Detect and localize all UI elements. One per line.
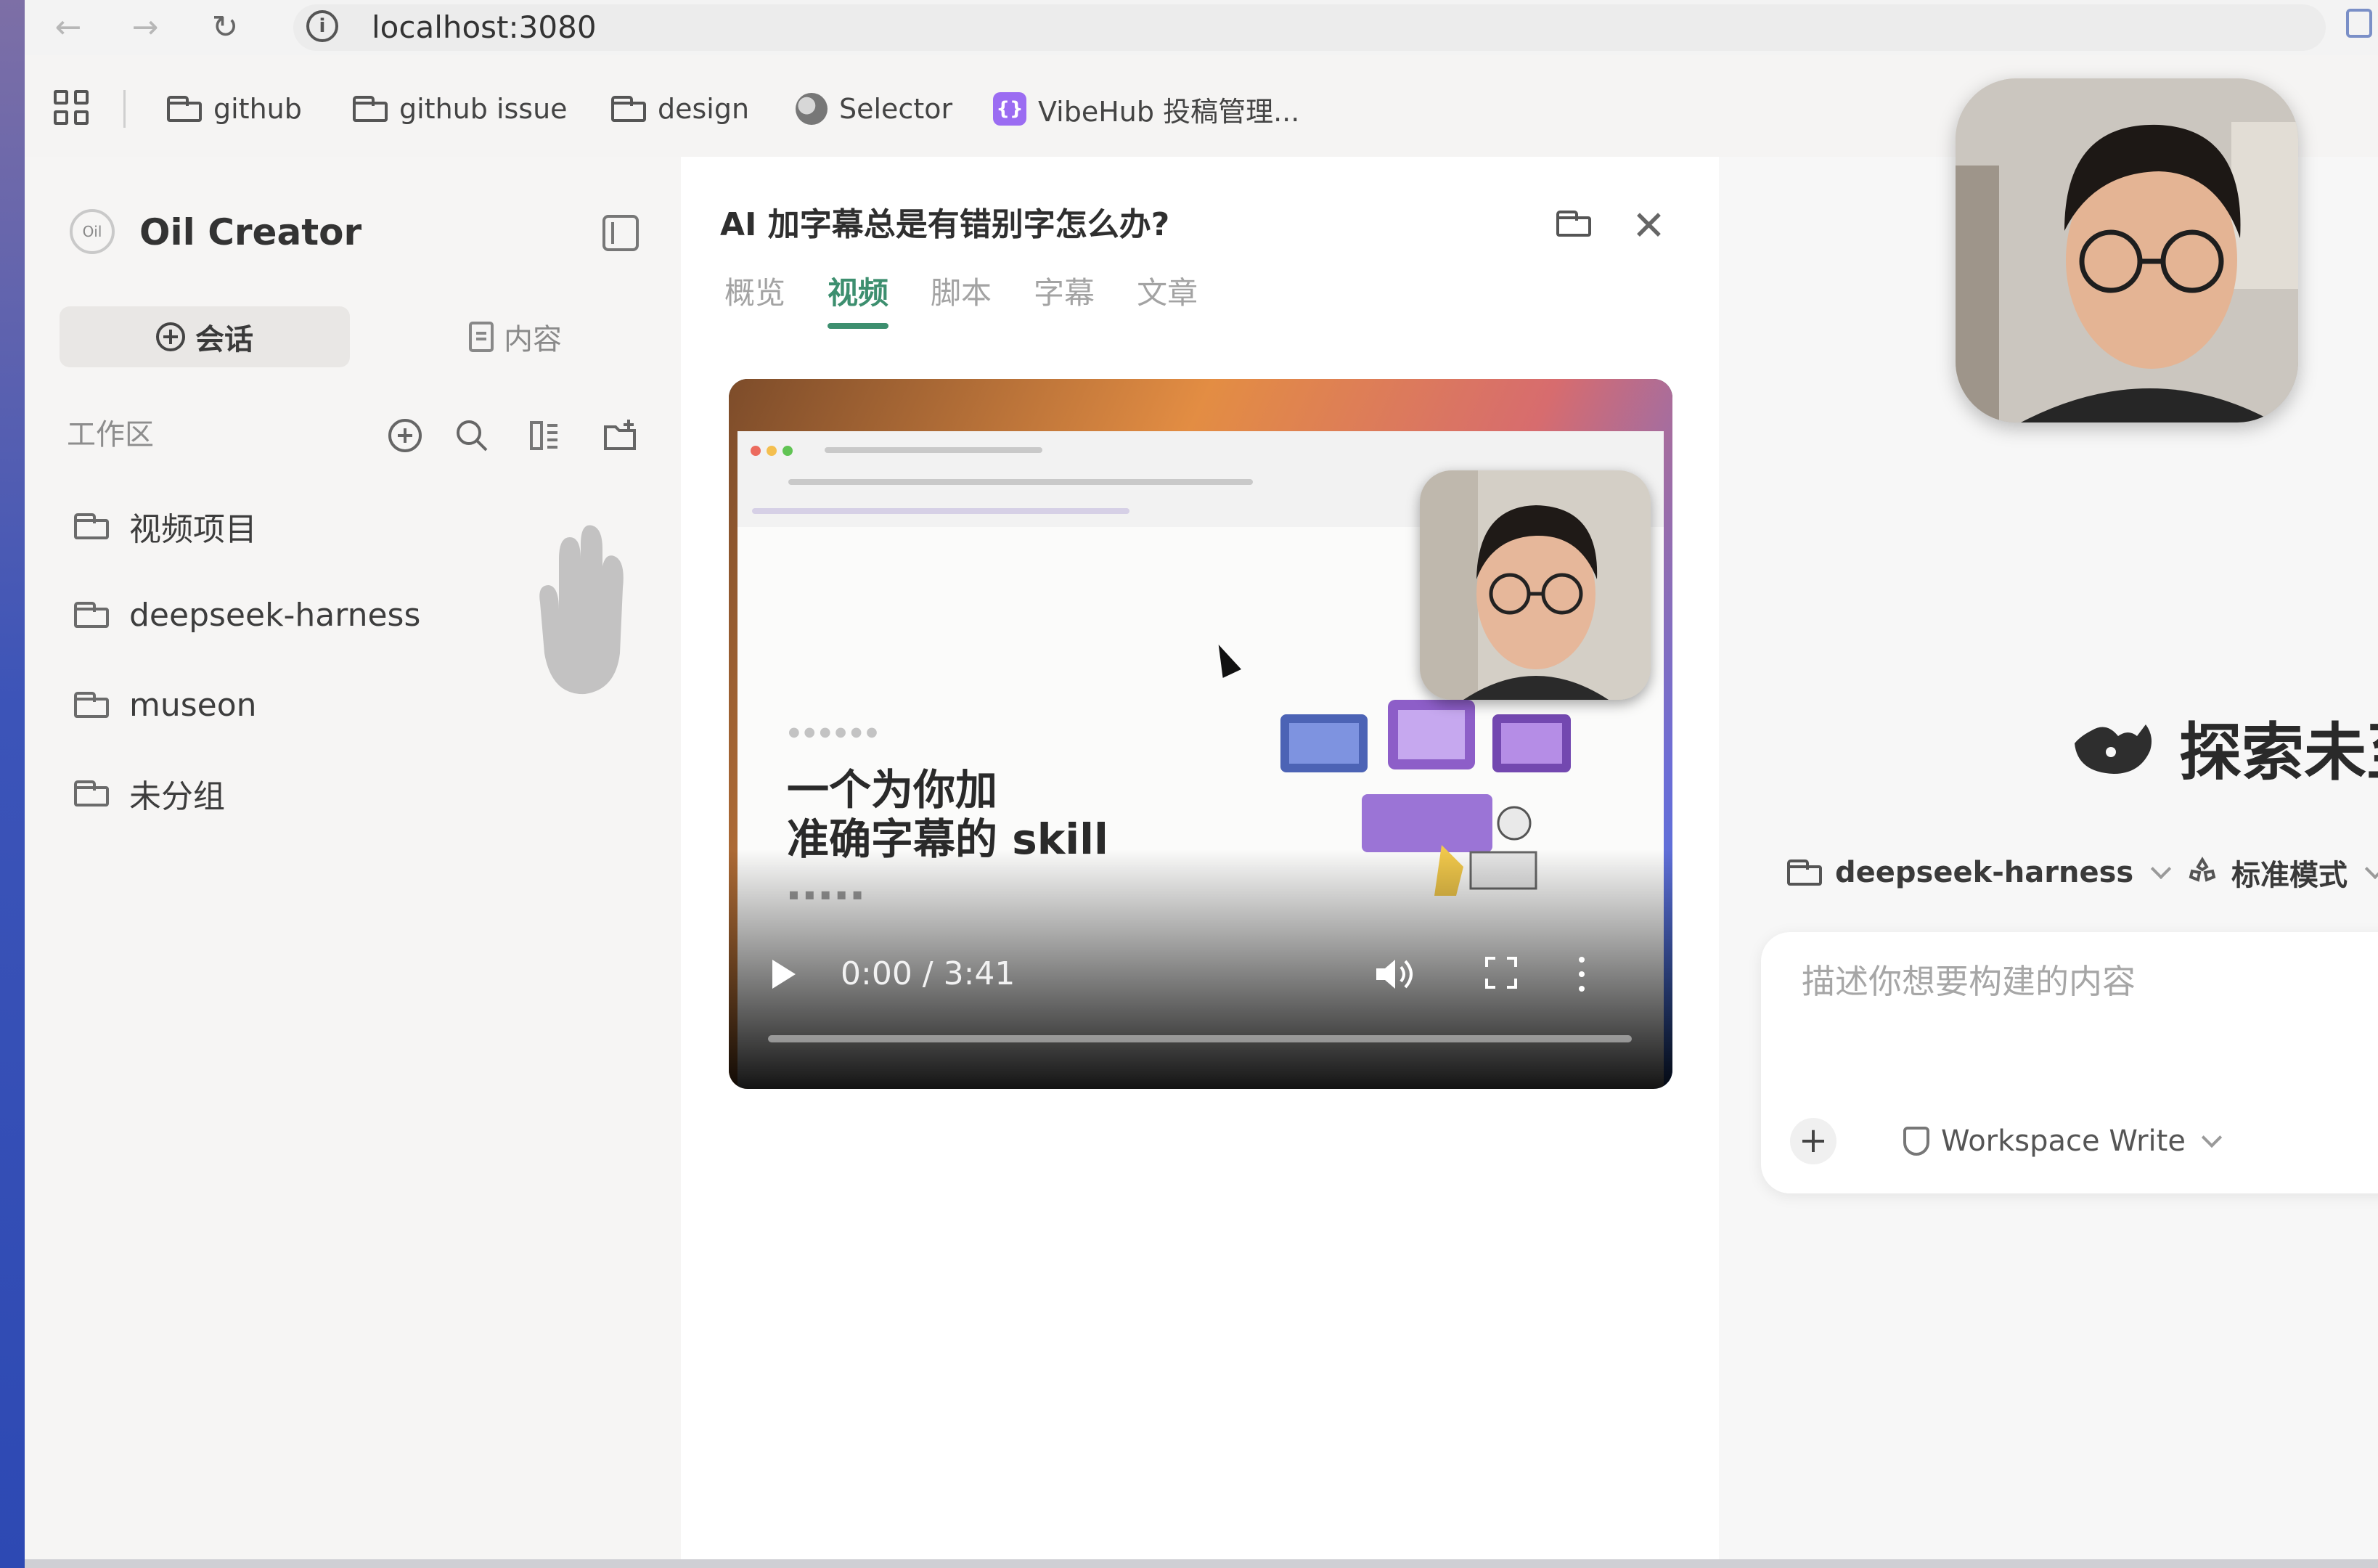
back-arrow-icon[interactable]: ← [46,7,90,48]
workspace-label: 未分组 [129,778,225,815]
mouse-cursor-icon [1209,640,1241,678]
workspace-selector-label: deepseek-harness [1835,856,2134,889]
video-player[interactable]: ● ● ● ● ● ● 一个为你加 准确字幕的 skill ▪ ▪ ▪ ▪ ▪ [729,379,1672,1089]
bookmark-vibehub[interactable]: {} VibeHub 投稿管理... [993,87,1299,131]
tab-video[interactable]: 视频 [828,269,889,329]
folder-icon [167,96,202,122]
bookmarks-separator [123,90,126,128]
globe-icon [796,93,828,125]
permission-selector[interactable]: Workspace Write [1903,1118,2223,1164]
workspace-selector[interactable]: deepseek-harness [1787,851,2172,894]
tab-label: 内容 [504,323,562,356]
permission-label: Workspace Write [1941,1124,2186,1158]
whale-logo-icon [2075,724,2152,774]
bookmark-label: github [213,93,302,125]
hand-cursor-icon [539,525,624,695]
add-attachment-button[interactable]: + [1790,1118,1836,1164]
app-title: Oil Creator [139,211,362,253]
workspace-item[interactable]: 未分组 [74,768,225,819]
chat-composer[interactable]: 描述你想要构建的内容 + Workspace Write [1761,932,2378,1193]
more-options-icon[interactable] [1578,954,1585,995]
add-workspace-icon[interactable] [386,417,424,454]
workspace-label: deepseek-harness [129,596,421,634]
hero-title: 探索未至 [2179,716,2378,789]
new-folder-icon[interactable] [601,417,639,454]
chevron-down-icon [2151,858,2172,880]
workspace-section-label: 工作区 [67,418,154,452]
chat-hero: 探索未至 [2070,701,2378,792]
plus-circle-icon [156,322,185,351]
address-bar[interactable] [293,4,2326,51]
workspace-item[interactable]: 视频项目 [74,501,257,552]
folder-icon [353,96,388,122]
shield-icon [1903,1127,1929,1156]
video-pip-avatar [1420,470,1651,700]
folder-icon [611,96,646,122]
chevron-down-icon [2201,1127,2223,1148]
workspace-item[interactable]: museon [74,679,257,730]
mode-selector[interactable]: 标准模式 [2186,851,2378,894]
sort-icon[interactable] [526,417,563,454]
bookmark-label: github issue [399,93,568,125]
play-icon[interactable] [772,960,796,989]
folder-icon [74,602,109,628]
site-info-icon[interactable]: i [306,10,338,42]
workspace-item[interactable]: deepseek-harness [74,589,420,640]
mode-icon [2189,857,2216,882]
bookmark-github[interactable]: github [167,87,302,131]
composer-placeholder[interactable]: 描述你想要构建的内容 [1802,960,2136,1003]
close-icon[interactable]: ✕ [1632,206,1666,247]
tab-content[interactable]: 内容 [443,306,588,367]
bookmark-label: VibeHub 投稿管理... [1038,95,1300,128]
tab-article[interactable]: 文章 [1137,269,1198,329]
vibehub-icon: {} [993,92,1026,126]
webcam-overlay [1956,78,2298,422]
workspace-label: museon [129,686,257,724]
panel-tabs: 概览 视频 脚本 字幕 文章 [724,269,1198,329]
tab-overview[interactable]: 概览 [724,269,785,329]
sidebar-toggle-icon[interactable] [602,215,639,251]
url-text[interactable]: localhost:3080 [372,6,597,49]
bookmark-github-issue[interactable]: github issue [353,87,568,131]
bookmark-selector[interactable]: Selector [796,87,952,131]
tab-sessions[interactable]: 会话 [60,306,350,367]
desktop-wallpaper [0,0,25,1568]
video-progress-bar[interactable] [768,1035,1632,1042]
window-icon[interactable] [2346,9,2372,38]
search-icon[interactable] [453,417,491,454]
folder-icon [74,692,109,718]
chevron-down-icon [2364,858,2378,880]
volume-icon[interactable] [1373,955,1414,993]
folder-icon [74,513,109,539]
forward-arrow-icon[interactable]: → [123,7,167,48]
folder-icon [74,780,109,807]
bookmark-label: design [658,93,750,125]
workspace-label: 视频项目 [129,511,257,548]
panel-title: AI 加字幕总是有错别字怎么办? [720,206,1170,243]
reload-icon[interactable]: ↻ [203,7,247,48]
desktop-edge [25,1559,2378,1568]
app-logo: Oil [70,209,115,254]
fullscreen-icon[interactable] [1485,957,1517,989]
tab-subtitles[interactable]: 字幕 [1034,269,1095,329]
bookmark-label: Selector [839,93,953,125]
bookmark-design[interactable]: design [611,87,749,131]
tab-script[interactable]: 脚本 [931,269,992,329]
apps-grid-icon[interactable] [54,90,91,128]
folder-icon [1787,859,1822,886]
video-time: 0:00 / 3:41 [841,955,1016,992]
tab-label: 会话 [195,323,253,356]
video-frame-kicker: ● ● ● ● ● ● [788,724,878,740]
mode-selector-label: 标准模式 [2231,859,2348,892]
document-icon [469,322,494,352]
